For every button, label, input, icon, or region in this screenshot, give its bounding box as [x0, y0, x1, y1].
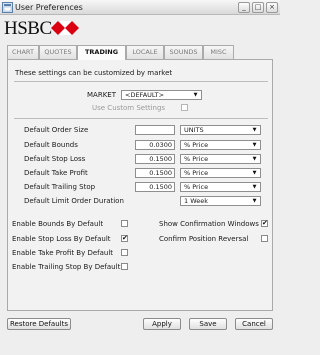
- trailing-stop-unit-select[interactable]: % Price ▼: [180, 182, 261, 192]
- title-bar[interactable]: User Preferences _ □ ×: [0, 0, 280, 15]
- use-custom-settings-checkbox[interactable]: [181, 104, 188, 111]
- limit-duration-value: 1 Week: [184, 197, 209, 205]
- take-profit-unit-value: % Price: [184, 169, 209, 177]
- save-button[interactable]: Save: [189, 318, 227, 330]
- enable-stop-loss-label: Enable Stop Loss By Default: [12, 235, 111, 243]
- confirm-reversal-label: Confirm Position Reversal: [159, 235, 249, 243]
- bounds-label: Default Bounds: [24, 141, 78, 149]
- chevron-down-icon: ▼: [193, 92, 198, 98]
- check-mark-icon: ✔: [262, 219, 268, 227]
- divider: [14, 81, 268, 82]
- user-preferences-window: User Preferences _ □ × HSBC CHART QUOTES…: [0, 0, 280, 355]
- confirm-reversal-checkbox[interactable]: [261, 235, 268, 242]
- market-select[interactable]: <DEFAULT> ▼: [121, 90, 202, 100]
- chevron-down-icon: ▼: [252, 142, 257, 148]
- use-custom-settings-label: Use Custom Settings: [92, 104, 166, 112]
- enable-bounds-checkbox[interactable]: [121, 220, 128, 227]
- hsbc-hexagon-icon: [51, 21, 79, 35]
- stop-loss-input[interactable]: 0.1500: [135, 154, 175, 164]
- tab-quotes[interactable]: QUOTES: [39, 45, 77, 59]
- bounds-unit-value: % Price: [184, 141, 209, 149]
- trailing-stop-label: Default Trailing Stop: [24, 183, 96, 191]
- bounds-unit-select[interactable]: % Price ▼: [180, 140, 261, 150]
- apply-button[interactable]: Apply: [143, 318, 181, 330]
- tab-locale[interactable]: LOCALE: [126, 45, 164, 59]
- trailing-stop-input[interactable]: 0.1500: [135, 182, 175, 192]
- minimize-button[interactable]: _: [238, 2, 250, 13]
- app-icon: [2, 2, 13, 13]
- take-profit-input[interactable]: 0.1500: [135, 168, 175, 178]
- order-size-input[interactable]: [135, 125, 175, 135]
- limit-duration-label: Default Limit Order Duration: [24, 197, 124, 205]
- enable-trailing-stop-label: Enable Trailing Stop By Default: [12, 263, 121, 271]
- enable-take-profit-checkbox[interactable]: [121, 249, 128, 256]
- stop-loss-unit-value: % Price: [184, 155, 209, 163]
- maximize-button[interactable]: □: [252, 2, 264, 13]
- market-label: MARKET: [87, 91, 116, 99]
- order-size-unit-value: UNITS: [184, 126, 204, 134]
- bounds-input[interactable]: 0.0300: [135, 140, 175, 150]
- enable-trailing-stop-checkbox[interactable]: [121, 263, 128, 270]
- enable-stop-loss-checkbox[interactable]: ✔: [121, 235, 128, 242]
- trading-panel: These settings can be customized by mark…: [7, 59, 273, 311]
- restore-defaults-button[interactable]: Restore Defaults: [7, 318, 71, 330]
- market-select-value: <DEFAULT>: [125, 91, 165, 99]
- chevron-down-icon: ▼: [252, 170, 257, 176]
- chevron-down-icon: ▼: [252, 127, 257, 133]
- show-confirmation-label: Show Confirmation Windows: [159, 220, 259, 228]
- market-settings-intro: These settings can be customized by mark…: [15, 69, 173, 77]
- enable-bounds-label: Enable Bounds By Default: [12, 220, 104, 228]
- take-profit-label: Default Take Profit: [24, 169, 88, 177]
- tab-sounds[interactable]: SOUNDS: [164, 45, 203, 59]
- tab-misc[interactable]: MISC: [203, 45, 234, 59]
- limit-duration-select[interactable]: 1 Week ▼: [180, 196, 261, 206]
- check-mark-icon: ✔: [122, 234, 128, 242]
- tab-chart[interactable]: CHART: [7, 45, 39, 59]
- take-profit-unit-select[interactable]: % Price ▼: [180, 168, 261, 178]
- show-confirmation-checkbox[interactable]: ✔: [261, 220, 268, 227]
- cancel-button[interactable]: Cancel: [235, 318, 273, 330]
- divider: [14, 118, 268, 119]
- stop-loss-unit-select[interactable]: % Price ▼: [180, 154, 261, 164]
- close-button[interactable]: ×: [266, 2, 278, 13]
- order-size-label: Default Order Size: [24, 126, 89, 134]
- chevron-down-icon: ▼: [252, 198, 257, 204]
- stop-loss-label: Default Stop Loss: [24, 155, 86, 163]
- chevron-down-icon: ▼: [252, 156, 257, 162]
- order-size-unit-select[interactable]: UNITS ▼: [180, 125, 261, 135]
- logo-text: HSBC: [4, 18, 52, 39]
- tab-trading[interactable]: TRADING: [77, 45, 126, 60]
- trailing-stop-unit-value: % Price: [184, 183, 209, 191]
- window-title: User Preferences: [15, 3, 83, 12]
- chevron-down-icon: ▼: [252, 184, 257, 190]
- enable-take-profit-label: Enable Take Profit By Default: [12, 249, 114, 257]
